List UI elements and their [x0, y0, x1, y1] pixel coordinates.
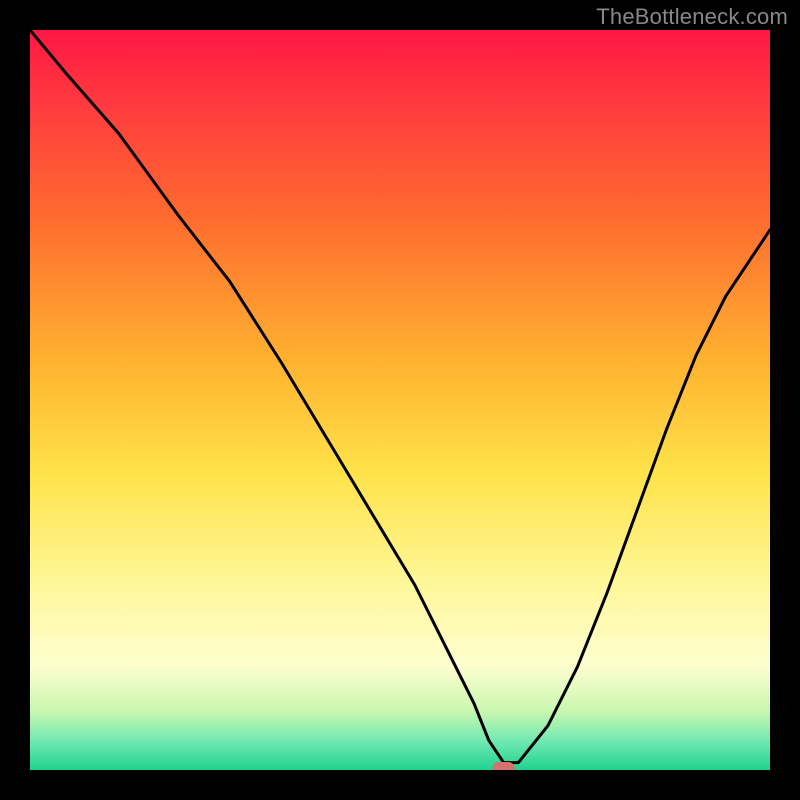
plot-area: [30, 30, 770, 770]
chart-frame: TheBottleneck.com: [0, 0, 800, 800]
gradient-background: [30, 30, 770, 770]
watermark-text: TheBottleneck.com: [596, 4, 788, 30]
optimum-marker: [493, 762, 515, 770]
bottleneck-chart-svg: [30, 30, 770, 770]
